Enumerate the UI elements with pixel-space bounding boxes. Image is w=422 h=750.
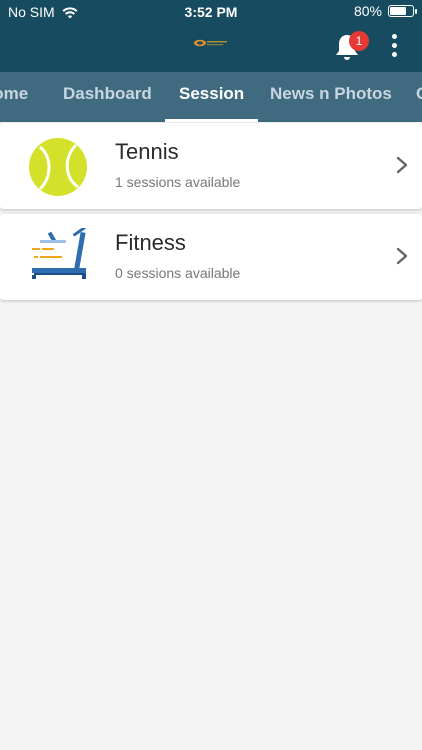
chevron-right-icon	[396, 156, 408, 174]
session-availability: 0 sessions available	[115, 265, 241, 281]
tab-dashboard[interactable]: Dashboard	[63, 72, 152, 122]
session-availability: 1 sessions available	[115, 174, 241, 190]
treadmill-icon	[32, 228, 86, 279]
battery-icon	[388, 5, 417, 17]
app-logo-icon	[194, 39, 227, 47]
session-title: Tennis	[115, 139, 179, 164]
battery-percent: 80%	[353, 3, 382, 19]
battery-fill	[390, 7, 406, 15]
session-title: Fitness	[115, 230, 186, 255]
kebab-dot	[391, 34, 397, 39]
kebab-dot	[391, 43, 397, 48]
app-header: No SIM 3:52 PM 80% 1	[0, 0, 422, 72]
chevron-right-icon	[396, 247, 408, 265]
tab-next[interactable]: C	[416, 72, 422, 122]
tab-home[interactable]: Home	[0, 72, 28, 122]
session-item-tennis[interactable]: Tennis 1 sessions available	[0, 123, 422, 209]
status-bar: No SIM 3:52 PM 80%	[0, 0, 422, 24]
tennis-ball-icon	[29, 138, 87, 196]
session-item-fitness[interactable]: Fitness 0 sessions available	[0, 214, 422, 300]
more-vertical-icon[interactable]	[384, 34, 404, 60]
tab-bar: Home Dashboard Session News n Photos C	[0, 72, 422, 122]
battery-status: 80%	[353, 3, 417, 19]
notification-badge[interactable]: 1	[349, 31, 369, 51]
tab-news-n-photos[interactable]: News n Photos	[270, 72, 392, 122]
kebab-dot	[391, 52, 397, 57]
tab-session[interactable]: Session	[164, 72, 259, 122]
